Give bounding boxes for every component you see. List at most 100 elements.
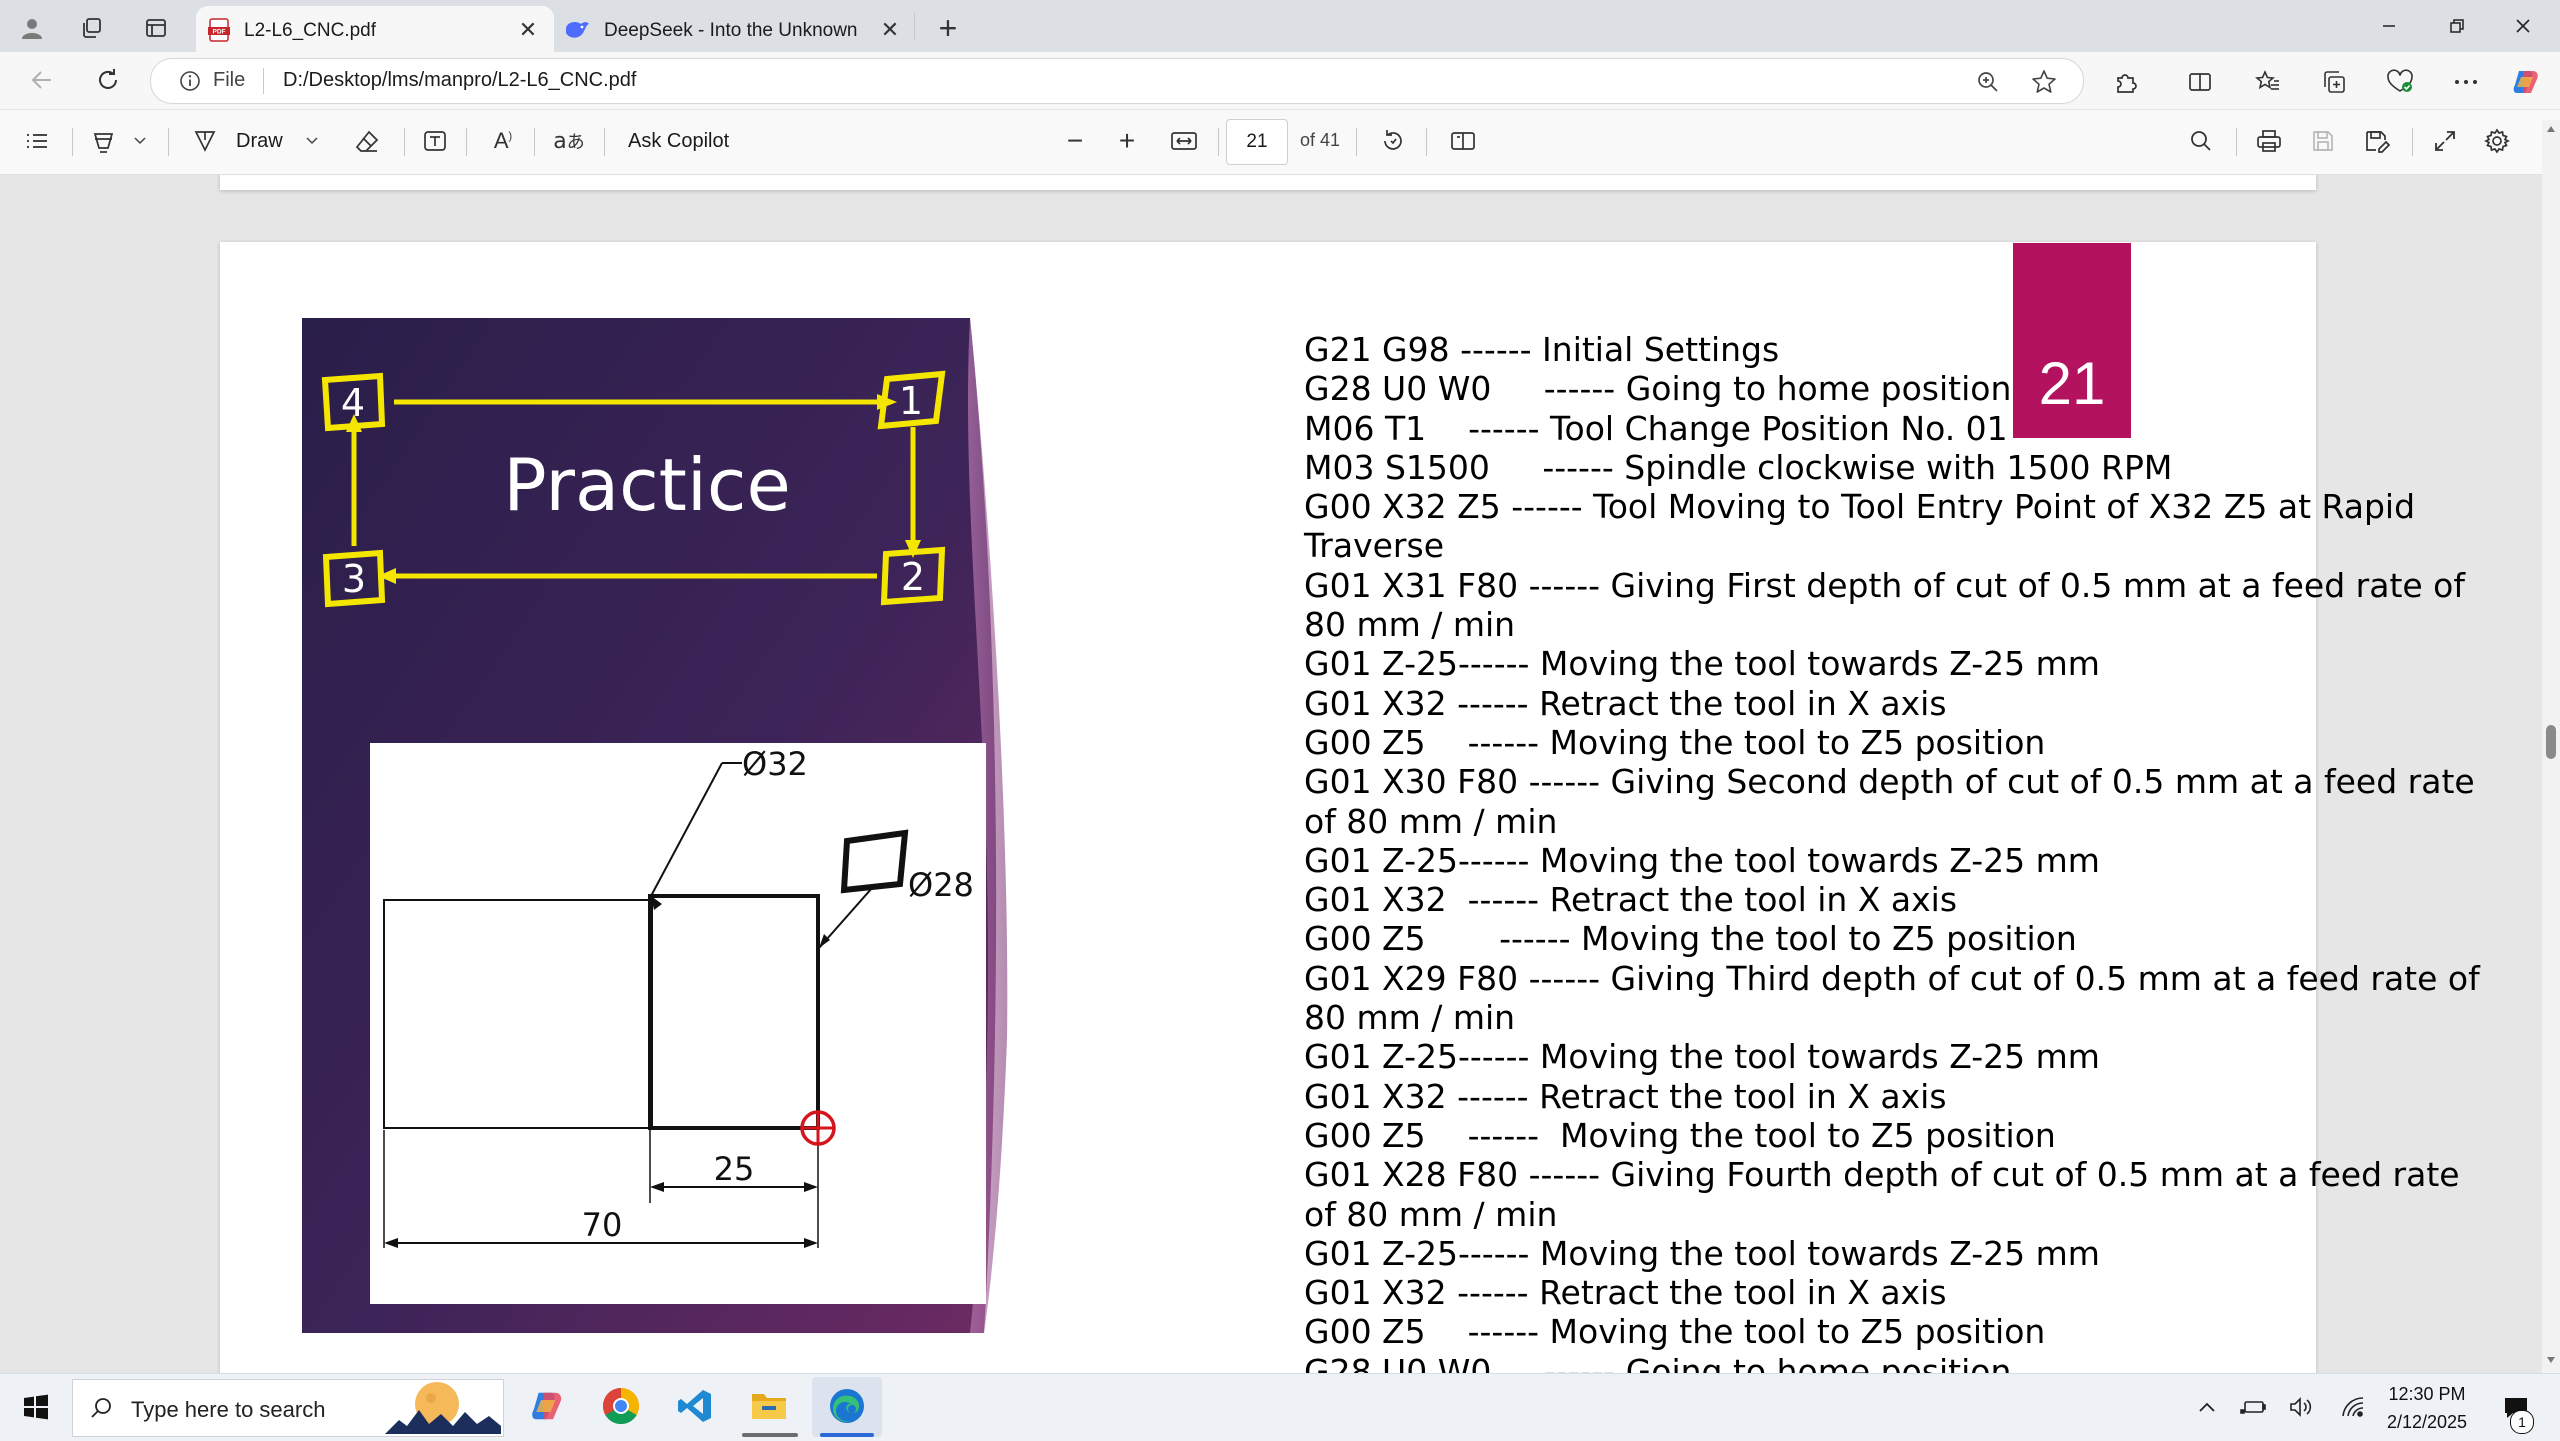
save-icon[interactable] xyxy=(2306,124,2340,158)
program-line: 80 mm / min xyxy=(1304,605,1516,645)
search-placeholder: Type here to search xyxy=(131,1397,326,1422)
practice-slide-image: 1 2 3 4 Practice Ø32 Ø28 25 70 xyxy=(302,318,1032,1333)
program-line: G01 X32 ------ Retract the tool in X axi… xyxy=(1304,683,1947,723)
url-text[interactable]: D:/Desktop/lms/manpro/L2-L6_CNC.pdf xyxy=(283,69,636,92)
program-line: G01 X29 F80 ------ Giving Third depth of… xyxy=(1304,958,2480,998)
toolbar-divider xyxy=(1426,128,1427,156)
draw-button[interactable]: Draw xyxy=(236,130,283,153)
page-total: of 41 xyxy=(1300,130,1341,150)
edge-icon[interactable] xyxy=(822,1381,872,1431)
scheme-label: File xyxy=(213,69,246,91)
scrollbar-thumb[interactable] xyxy=(2546,725,2556,759)
volume-icon[interactable] xyxy=(2286,1392,2316,1422)
tab-pdf[interactable]: PDF L2-L6_CNC.pdf ✕ xyxy=(196,6,554,52)
start-windows-icon[interactable] xyxy=(12,1381,60,1433)
clock-time[interactable]: 12:30 PM xyxy=(2386,1384,2468,1405)
info-icon[interactable] xyxy=(177,68,203,94)
page-number-input[interactable]: 21 xyxy=(1226,119,1288,165)
path-point-4: 4 xyxy=(341,381,365,425)
zoom-icon[interactable] xyxy=(1971,65,2005,99)
fit-to-page-icon[interactable] xyxy=(1166,124,1202,158)
rotate-icon[interactable] xyxy=(1376,124,1410,158)
program-line: G01 X32 ------ Retract the tool in X axi… xyxy=(1304,1076,1947,1116)
fullscreen-icon[interactable] xyxy=(2428,124,2462,158)
settings-gear-icon[interactable] xyxy=(2480,124,2514,158)
edge-running-indicator xyxy=(820,1433,874,1437)
eraser-icon[interactable] xyxy=(350,124,384,158)
more-menu-icon[interactable] xyxy=(2446,62,2486,102)
minimize-button[interactable] xyxy=(2364,8,2414,44)
scroll-up-arrow-icon[interactable] xyxy=(2544,122,2558,136)
cnc-program-list: G21 G98 ------ Initial Settings G28 U0 W0… xyxy=(1304,330,2524,1373)
program-line: G21 G98 ------ Initial Settings xyxy=(1304,330,1780,369)
address-bar[interactable]: File D:/Desktop/lms/manpro/L2-L6_CNC.pdf xyxy=(150,58,2084,104)
chevron-down-icon[interactable] xyxy=(302,130,322,152)
show-hidden-icons-chevron-icon[interactable] xyxy=(2192,1392,2222,1422)
scheme-divider xyxy=(263,68,264,94)
ask-copilot-button[interactable]: Ask Copilot xyxy=(628,130,729,153)
scroll-down-arrow-icon[interactable] xyxy=(2544,1353,2558,1367)
program-line: G00 Z5 ------ Moving the tool to Z5 posi… xyxy=(1304,919,2077,959)
refresh-button[interactable] xyxy=(88,60,128,100)
read-aloud-icon[interactable]: A) xyxy=(486,124,520,158)
add-text-icon[interactable] xyxy=(418,124,452,158)
program-line: 80 mm / min xyxy=(1304,998,1516,1038)
zoom-out-button[interactable]: − xyxy=(1058,124,1092,158)
toolbar-divider xyxy=(1356,128,1357,156)
toolbar-divider xyxy=(404,128,405,156)
pdf-viewer[interactable]: 1 2 3 4 Practice Ø32 Ø28 25 70 G21 G98 -… xyxy=(0,175,2542,1373)
file-explorer-icon[interactable] xyxy=(744,1381,794,1431)
tab-deepseek[interactable]: DeepSeek - Into the Unknown ✕ xyxy=(556,6,916,52)
restore-button[interactable] xyxy=(2432,8,2482,44)
workspaces-icon[interactable] xyxy=(74,10,110,46)
program-line: of 80 mm / min xyxy=(1304,801,1558,841)
chevron-down-icon[interactable] xyxy=(130,130,150,152)
wifi-icon[interactable] xyxy=(2338,1392,2368,1422)
profile-icon[interactable] xyxy=(14,10,50,46)
chrome-icon[interactable] xyxy=(596,1381,646,1431)
split-screen-icon[interactable] xyxy=(2180,62,2220,102)
diameter-28-label: Ø28 xyxy=(908,866,974,904)
new-tab-button[interactable]: + xyxy=(930,10,966,46)
path-point-3: 3 xyxy=(342,557,366,601)
close-tab-icon[interactable]: ✕ xyxy=(514,16,542,44)
copilot-icon[interactable] xyxy=(522,1381,572,1431)
program-line: G00 Z5 ------ Moving the tool to Z5 posi… xyxy=(1304,1115,2056,1155)
copilot-sidebar-icon[interactable] xyxy=(2506,62,2546,102)
favorite-star-icon[interactable] xyxy=(2027,65,2061,99)
highlight-icon[interactable] xyxy=(86,124,120,158)
deepseek-icon xyxy=(564,18,590,42)
taskbar-search-box[interactable]: Type here to search xyxy=(72,1379,504,1437)
program-line: of 80 mm / min xyxy=(1304,1194,1558,1234)
vscode-icon[interactable] xyxy=(670,1381,720,1431)
tab-title: L2-L6_CNC.pdf xyxy=(244,20,377,41)
page-number-badge: 21 xyxy=(2013,243,2131,438)
extensions-icon[interactable] xyxy=(2106,62,2146,102)
browser-essentials-icon[interactable] xyxy=(2380,62,2420,102)
draw-icon[interactable] xyxy=(188,124,222,158)
favorites-icon[interactable] xyxy=(2248,62,2288,102)
contents-icon[interactable] xyxy=(20,124,54,158)
collections-icon[interactable] xyxy=(2314,62,2354,102)
close-window-button[interactable] xyxy=(2498,8,2548,44)
dimension-25-label: 25 xyxy=(714,1150,755,1188)
tab-title: DeepSeek - Into the Unknown xyxy=(604,20,858,41)
tab-actions-icon[interactable] xyxy=(138,10,174,46)
save-as-icon[interactable] xyxy=(2360,124,2394,158)
toolbar-divider xyxy=(534,128,535,156)
vertical-scrollbar[interactable] xyxy=(2542,120,2560,1373)
search-icon[interactable] xyxy=(2184,124,2218,158)
pdf-page: 1 2 3 4 Practice Ø32 Ø28 25 70 G21 G98 -… xyxy=(220,242,2480,1373)
print-icon[interactable] xyxy=(2252,124,2286,158)
close-tab-icon[interactable]: ✕ xyxy=(876,16,904,44)
translate-icon[interactable]: aあ xyxy=(552,124,586,158)
zoom-in-button[interactable]: + xyxy=(1110,124,1144,158)
clock-date[interactable]: 2/12/2025 xyxy=(2380,1412,2474,1433)
program-line: G01 X28 F80 ------ Giving Fourth depth o… xyxy=(1304,1155,2460,1195)
page-number-value: 21 xyxy=(1246,131,1268,152)
plus-icon: + xyxy=(938,9,958,46)
back-button[interactable] xyxy=(22,60,62,100)
page-view-icon[interactable] xyxy=(1446,124,1480,158)
battery-icon[interactable] xyxy=(2238,1392,2268,1422)
toolbar-divider xyxy=(168,128,169,156)
